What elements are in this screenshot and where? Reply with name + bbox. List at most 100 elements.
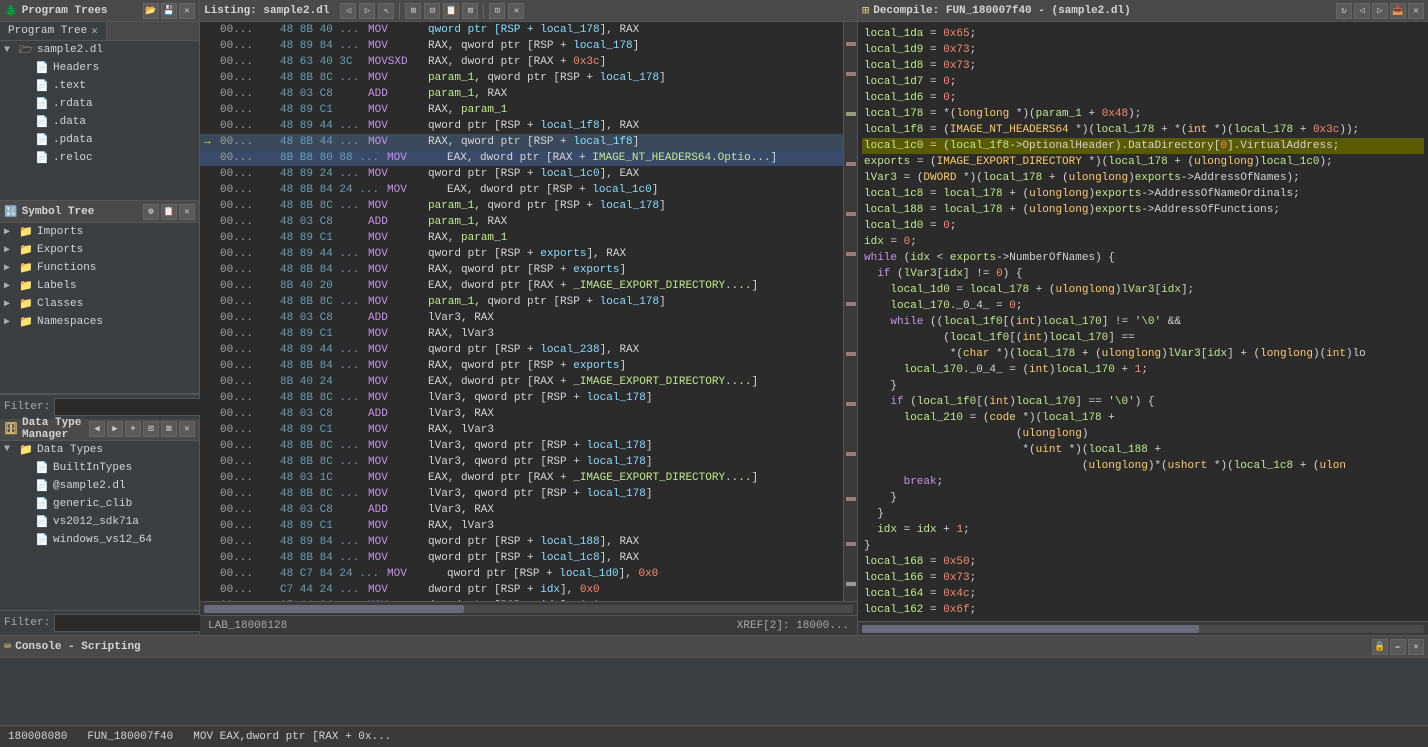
- tree-item-text[interactable]: 📄 .text: [0, 77, 199, 95]
- console-content[interactable]: [0, 658, 1428, 725]
- listing-btn1[interactable]: ◁: [340, 3, 356, 19]
- code-line-22[interactable]: }: [862, 378, 1424, 394]
- code-line-24[interactable]: local_210 = (code *)(local_178 +: [862, 410, 1424, 426]
- code-line-15[interactable]: if (lVar3[idx] != 0) {: [862, 266, 1424, 282]
- decompile-export-btn[interactable]: 📤: [1390, 3, 1406, 19]
- tree-item-reloc[interactable]: 📄 .reloc: [0, 149, 199, 167]
- listing-btn5[interactable]: 📋: [443, 3, 459, 19]
- listing-row-32[interactable]: 00... 48 89 84 ... MOV qword ptr [RSP + …: [200, 534, 843, 550]
- listing-row-34[interactable]: 00... 48 C7 84 24 ... MOV qword ptr [RSP…: [200, 566, 843, 582]
- code-line-35[interactable]: local_164 = 0x4c;: [862, 586, 1424, 602]
- listing-row-30[interactable]: 00... 48 03 C8 ADD lVar3, RAX: [200, 502, 843, 518]
- toggle-imports[interactable]: ▶: [4, 226, 18, 238]
- listing-btn6[interactable]: ⊠: [462, 3, 478, 19]
- listing-row-0[interactable]: 00... 48 8B 40 ... MOV qword ptr [RSP + …: [200, 22, 843, 38]
- code-line-6[interactable]: local_1f8 = (IMAGE_NT_HEADERS64 *)(local…: [862, 122, 1424, 138]
- symbol-tree-btn1[interactable]: ⊕: [143, 204, 159, 220]
- code-line-0[interactable]: local_1da = 0x65;: [862, 26, 1424, 42]
- tree-item-data[interactable]: 📄 .data: [0, 113, 199, 131]
- code-line-3[interactable]: local_1d7 = 0;: [862, 74, 1424, 90]
- code-line-30[interactable]: }: [862, 506, 1424, 522]
- listing-row-19[interactable]: 00... 48 89 C1 MOV RAX, lVar3: [200, 326, 843, 342]
- code-line-1[interactable]: local_1d9 = 0x73;: [862, 42, 1424, 58]
- listing-hscroll[interactable]: [200, 601, 857, 615]
- listing-row-18[interactable]: 00... 48 03 C8 ADD lVar3, RAX: [200, 310, 843, 326]
- tree-item-rdata[interactable]: 📄 .rdata: [0, 95, 199, 113]
- tree-item-functions[interactable]: ▶ 📁 Functions: [0, 259, 199, 277]
- tree-item-imports[interactable]: ▶ 📁 Imports: [0, 223, 199, 241]
- tree-item-namespaces[interactable]: ▶ 📁 Namespaces: [0, 313, 199, 331]
- decompile-btn2[interactable]: ◁: [1354, 3, 1370, 19]
- code-line-11[interactable]: local_188 = local_178 + (ulonglong)expor…: [862, 202, 1424, 218]
- code-line-18[interactable]: while ((local_1f0[(int)local_170] != '\0…: [862, 314, 1424, 330]
- program-trees-close-btn[interactable]: ✕: [179, 3, 195, 19]
- code-line-19[interactable]: (local_1f0[(int)local_170] ==: [862, 330, 1424, 346]
- code-line-7[interactable]: local_1c0 = (local_1f8->OptionalHeader).…: [862, 138, 1424, 154]
- code-line-8[interactable]: exports = (IMAGE_EXPORT_DIRECTORY *)(loc…: [862, 154, 1424, 170]
- listing-row-21[interactable]: 00... 48 8B 84 ... MOV RAX, qword ptr [R…: [200, 358, 843, 374]
- decompile-hscroll[interactable]: [858, 621, 1428, 635]
- dtm-btn4[interactable]: ⊡: [143, 421, 159, 437]
- listing-btn3[interactable]: ⊞: [405, 3, 421, 19]
- code-line-16[interactable]: local_1d0 = local_178 + (ulonglong)lVar3…: [862, 282, 1424, 298]
- listing-main[interactable]: 00... 48 8B 40 ... MOV qword ptr [RSP + …: [200, 22, 843, 601]
- console-lock-btn[interactable]: 🔒: [1372, 639, 1388, 655]
- listing-row-12[interactable]: 00... 48 03 C8 ADD param_1, RAX: [200, 214, 843, 230]
- decompile-close[interactable]: ✕: [1408, 3, 1424, 19]
- dtm-btn2[interactable]: ▶: [107, 421, 123, 437]
- dtm-close[interactable]: ✕: [179, 421, 195, 437]
- decompile-btn3[interactable]: ▷: [1372, 3, 1388, 19]
- listing-row-29[interactable]: 00... 48 8B 8C ... MOV lVar3, qword ptr …: [200, 486, 843, 502]
- tree-item-datatypes[interactable]: ▼ 📁 Data Types: [0, 441, 199, 459]
- toggle-functions[interactable]: ▶: [4, 262, 18, 274]
- code-line-12[interactable]: local_1d0 = 0;: [862, 218, 1424, 234]
- listing-row-33[interactable]: 00... 48 8B 84 ... MOV qword ptr [RSP + …: [200, 550, 843, 566]
- tree-item-classes[interactable]: ▶ 📁 Classes: [0, 295, 199, 313]
- code-line-27[interactable]: (ulonglong)*(ushort *)(local_1c8 + (ulon: [862, 458, 1424, 474]
- code-line-33[interactable]: local_168 = 0x50;: [862, 554, 1424, 570]
- dtm-btn5[interactable]: ⊠: [161, 421, 177, 437]
- filter-input-2[interactable]: [54, 614, 204, 632]
- program-trees-open-btn[interactable]: 📂: [143, 3, 159, 19]
- dtm-btn3[interactable]: +: [125, 421, 141, 437]
- console-close-btn[interactable]: ✕: [1408, 639, 1424, 655]
- listing-row-16[interactable]: 00... 8B 40 20 MOV EAX, dword ptr [RAX +…: [200, 278, 843, 294]
- symbol-tree-btn2[interactable]: 📋: [161, 204, 177, 220]
- tree-item-exports[interactable]: ▶ 📁 Exports: [0, 241, 199, 259]
- listing-row-28[interactable]: 00... 48 03 1C MOV EAX, dword ptr [RAX +…: [200, 470, 843, 486]
- listing-row-4[interactable]: 00... 48 03 C8 ADD param_1, RAX: [200, 86, 843, 102]
- code-line-29[interactable]: }: [862, 490, 1424, 506]
- listing-row-14[interactable]: 00... 48 89 44 ... MOV qword ptr [RSP + …: [200, 246, 843, 262]
- listing-row-11[interactable]: 00... 48 8B 8C ... MOV param_1, qword pt…: [200, 198, 843, 214]
- code-line-31[interactable]: idx = idx + 1;: [862, 522, 1424, 538]
- code-line-21[interactable]: local_170._0_4_ = (int)local_170 + 1;: [862, 362, 1424, 378]
- code-line-28[interactable]: break;: [862, 474, 1424, 490]
- tree-item-pdata[interactable]: 📄 .pdata: [0, 131, 199, 149]
- listing-cursor-btn[interactable]: ↖: [378, 3, 394, 19]
- listing-row-2[interactable]: 00... 48 63 40 3C MOVSXD RAX, dword ptr …: [200, 54, 843, 70]
- listing-row-3[interactable]: 00... 48 8B 8C ... MOV param_1, qword pt…: [200, 70, 843, 86]
- dtm-btn1[interactable]: ◀: [89, 421, 105, 437]
- listing-row-20[interactable]: 00... 48 89 44 ... MOV qword ptr [RSP + …: [200, 342, 843, 358]
- code-line-34[interactable]: local_166 = 0x73;: [862, 570, 1424, 586]
- listing-row-6[interactable]: 00... 48 89 44 ... MOV qword ptr [RSP + …: [200, 118, 843, 134]
- code-line-5[interactable]: local_178 = *(longlong *)(param_1 + 0x48…: [862, 106, 1424, 122]
- listing-row-26[interactable]: 00... 48 8B 8C ... MOV lVar3, qword ptr …: [200, 438, 843, 454]
- code-line-23[interactable]: if (local_1f0[(int)local_170] == '\0') {: [862, 394, 1424, 410]
- tree-item-root[interactable]: ▼ 🗁 sample2.dl: [0, 41, 199, 59]
- listing-btn4[interactable]: ⊟: [424, 3, 440, 19]
- listing-row-23[interactable]: 00... 48 8B 8C ... MOV lVar3, qword ptr …: [200, 390, 843, 406]
- tree-item-headers[interactable]: 📄 Headers: [0, 59, 199, 77]
- tree-item-builtintypes[interactable]: 📄 BuiltInTypes: [0, 459, 199, 477]
- listing-row-8[interactable]: 00... 8B B8 80 88 ... MOV EAX, dword ptr…: [200, 150, 843, 166]
- listing-row-22[interactable]: 00... 8B 40 24 MOV EAX, dword ptr [RAX +…: [200, 374, 843, 390]
- code-line-4[interactable]: local_1d6 = 0;: [862, 90, 1424, 106]
- tree-item-generic-clib[interactable]: 📄 generic_clib: [0, 495, 199, 513]
- listing-row-1[interactable]: 00... 48 89 84 ... MOV RAX, qword ptr [R…: [200, 38, 843, 54]
- listing-row-15[interactable]: 00... 48 8B 84 ... MOV RAX, qword ptr [R…: [200, 262, 843, 278]
- listing-btn7[interactable]: ⊡: [489, 3, 505, 19]
- code-line-10[interactable]: local_1c8 = local_178 + (ulonglong)expor…: [862, 186, 1424, 202]
- listing-row-24[interactable]: 00... 48 03 C8 ADD lVar3, RAX: [200, 406, 843, 422]
- tree-toggle-root[interactable]: ▼: [4, 45, 18, 56]
- toggle-exports[interactable]: ▶: [4, 244, 18, 256]
